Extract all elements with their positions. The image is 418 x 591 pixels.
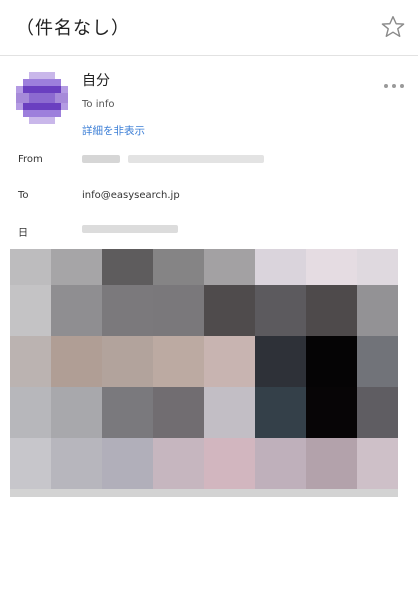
mail-header: （件名なし） (0, 0, 418, 56)
mail-subject: （件名なし） (16, 18, 130, 39)
ellipsis-icon (384, 84, 388, 88)
more-options-button[interactable] (384, 82, 404, 90)
avatar (16, 72, 68, 124)
date-label: 日 (18, 228, 28, 239)
ellipsis-icon (400, 84, 404, 88)
hide-details-link[interactable]: 詳細を非表示 (82, 123, 145, 138)
ellipsis-icon (392, 84, 396, 88)
star-icon[interactable] (380, 14, 406, 40)
redacted-body-image (10, 249, 398, 497)
to-address: info@easysearch.jp (82, 190, 180, 201)
redacted-from-name (82, 155, 120, 163)
from-label: From (18, 154, 43, 165)
to-label: To (18, 190, 29, 201)
redacted-from-address (128, 155, 264, 163)
redacted-date (82, 225, 178, 233)
sender-name: 自分 (82, 73, 110, 89)
recipient-summary: To info (82, 99, 115, 110)
